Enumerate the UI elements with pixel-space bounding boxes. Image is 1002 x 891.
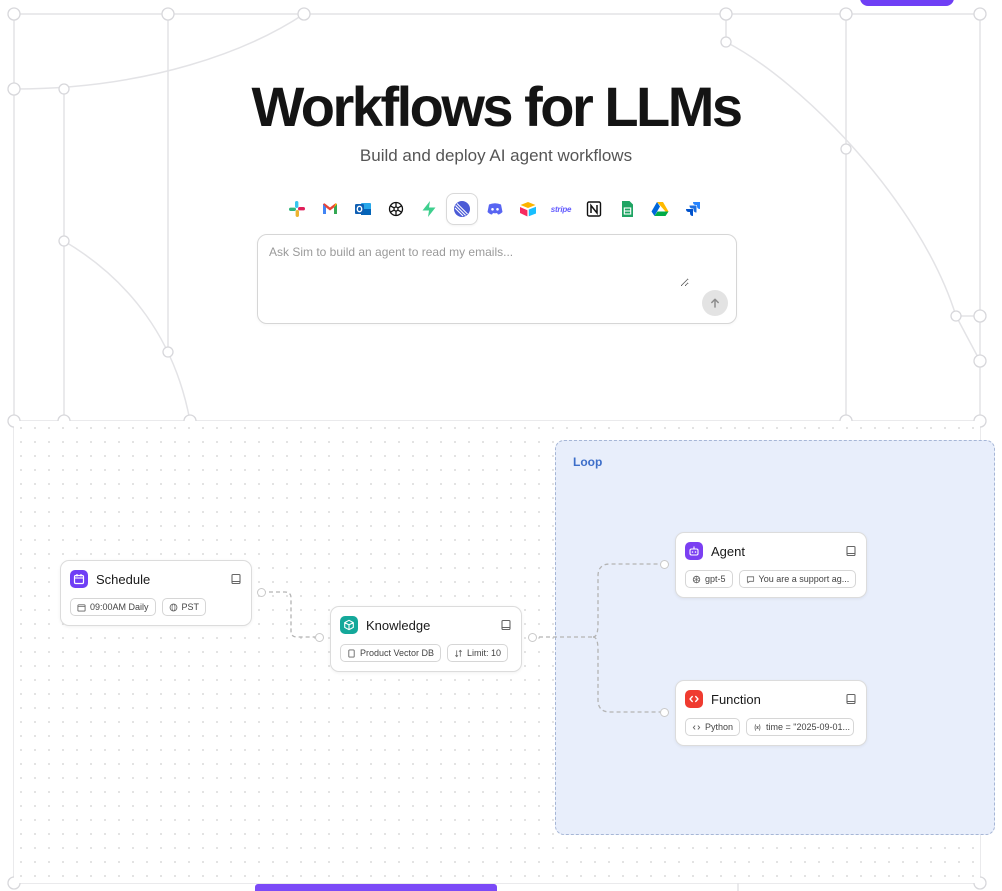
timezone-chip[interactable]: PST — [161, 598, 207, 616]
supabase-icon[interactable] — [413, 193, 445, 225]
outlook-icon[interactable] — [347, 193, 379, 225]
code-chip[interactable]: time = "2025-09-01... — [746, 718, 855, 736]
page-title: Workflows for LLMs — [251, 75, 743, 138]
variable-icon — [754, 723, 761, 731]
schedule-block[interactable]: Schedule 09:00AM Daily PST — [60, 560, 252, 626]
system-prompt-chip[interactable]: You are a support ag... — [738, 570, 857, 588]
block-title: Agent — [711, 543, 745, 559]
agent-input-handle[interactable] — [660, 560, 669, 569]
message-icon — [746, 575, 754, 583]
function-input-handle[interactable] — [660, 708, 669, 717]
block-title: Schedule — [96, 571, 151, 587]
openai-icon — [692, 575, 701, 583]
stripe-icon[interactable]: stripe — [545, 193, 577, 225]
loop-label: Loop — [573, 455, 603, 469]
knowledge-block[interactable]: Knowledge Product Vector DB Limit: 10 — [330, 606, 522, 672]
block-title: Knowledge — [366, 617, 431, 633]
knowledge-output-handle[interactable] — [528, 633, 537, 642]
function-block[interactable]: Function Python time = "2025-09-01... — [675, 680, 867, 746]
knowledge-input-handle[interactable] — [315, 633, 324, 642]
language-chip[interactable]: Python — [685, 718, 741, 736]
jira-icon[interactable] — [677, 193, 709, 225]
globe-icon — [169, 603, 177, 611]
discord-icon[interactable] — [479, 193, 511, 225]
google-sheets-icon[interactable] — [611, 193, 643, 225]
prompt-input[interactable] — [269, 245, 689, 287]
agent-block[interactable]: Agent gpt-5 You are a support ag... — [675, 532, 867, 598]
sort-icon — [455, 649, 462, 657]
slack-icon[interactable] — [281, 193, 313, 225]
notion-icon[interactable] — [578, 193, 610, 225]
knowledge-base-chip[interactable]: Product Vector DB — [340, 644, 442, 662]
loop-container[interactable]: Loop — [555, 440, 995, 835]
book-icon[interactable] — [845, 693, 857, 705]
openai-icon[interactable] — [380, 193, 412, 225]
schedule-time-chip[interactable]: 09:00AM Daily — [70, 598, 156, 616]
calendar-icon — [70, 570, 88, 588]
prompt-box — [257, 234, 737, 324]
model-chip[interactable]: gpt-5 — [685, 570, 733, 588]
limit-chip[interactable]: Limit: 10 — [447, 644, 509, 662]
book-icon[interactable] — [230, 573, 242, 585]
page-subtitle: Build and deploy AI agent workflows — [359, 146, 633, 165]
calendar-icon — [77, 603, 86, 612]
code-icon — [685, 690, 703, 708]
robot-icon — [685, 542, 703, 560]
block-title: Function — [711, 691, 761, 707]
book-icon[interactable] — [500, 619, 512, 631]
book-icon — [348, 648, 355, 658]
airtable-icon[interactable] — [512, 193, 544, 225]
gmail-icon[interactable] — [314, 193, 346, 225]
send-button[interactable] — [702, 290, 728, 316]
cube-icon — [340, 616, 358, 634]
code-icon — [692, 724, 701, 730]
google-drive-icon[interactable] — [644, 193, 676, 225]
top-cta-button[interactable] — [860, 0, 954, 6]
schedule-output-handle[interactable] — [257, 588, 266, 597]
bottom-cta-button[interactable] — [255, 884, 497, 891]
arrow-up-icon — [711, 298, 719, 308]
book-icon[interactable] — [845, 545, 857, 557]
integration-bar: stripe — [281, 193, 709, 225]
linear-icon[interactable] — [446, 193, 478, 225]
